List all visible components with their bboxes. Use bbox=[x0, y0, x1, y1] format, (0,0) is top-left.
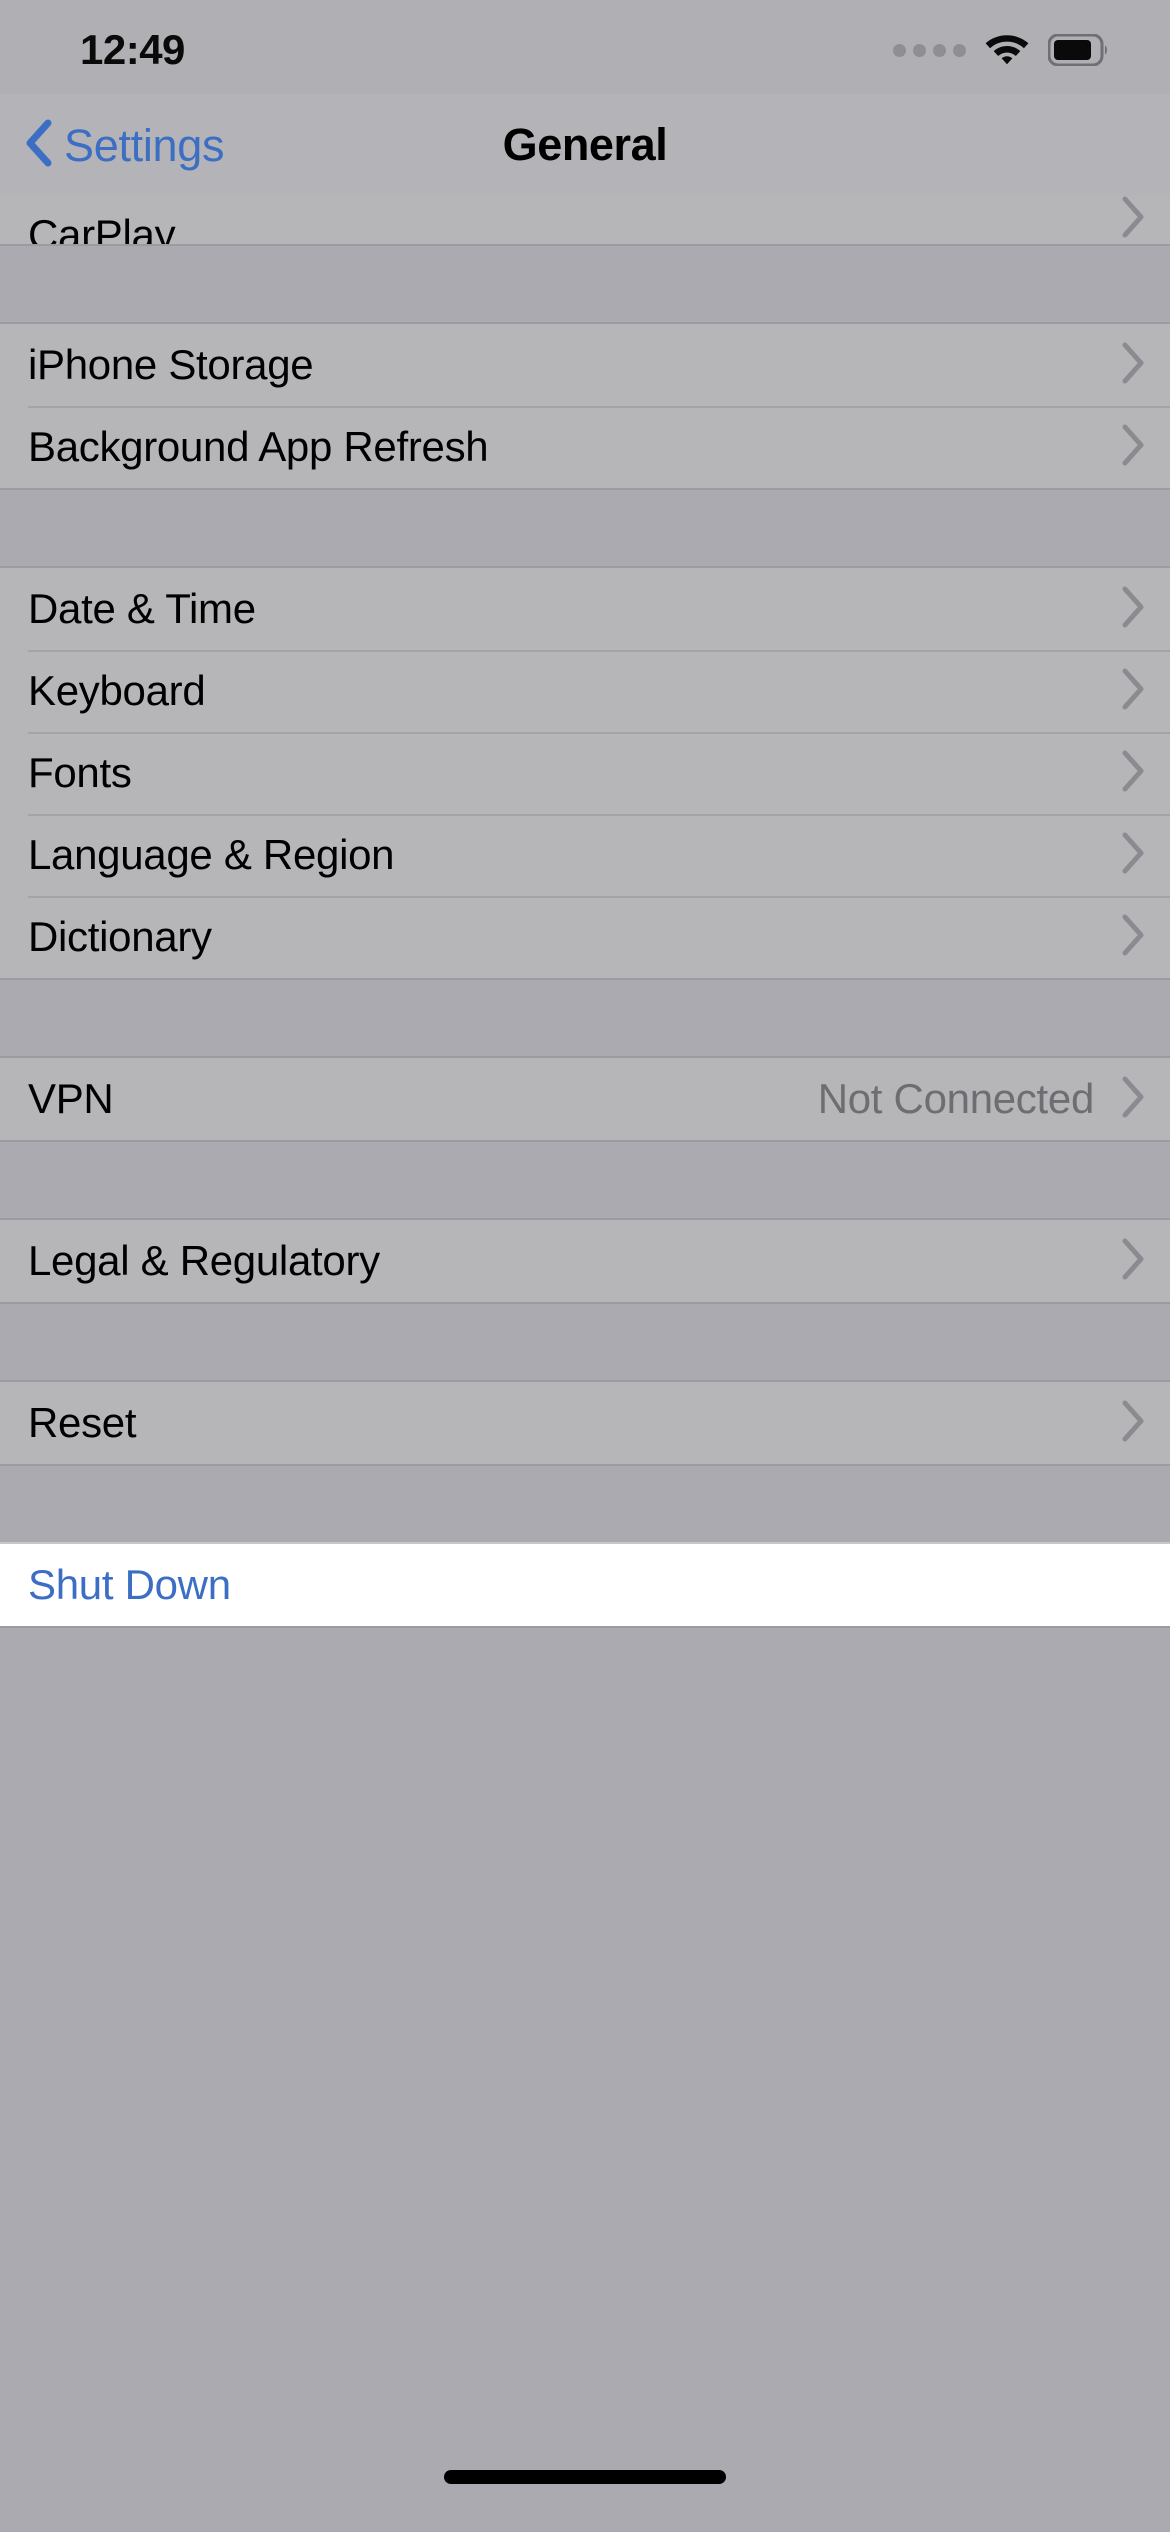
localization-group: Date & Time Keyboard Fonts Language & Regio… bbox=[0, 566, 1170, 980]
chevron-right-icon bbox=[1120, 196, 1146, 244]
row-label: iPhone Storage bbox=[28, 341, 314, 388]
row-label: Background App Refresh bbox=[28, 423, 489, 470]
navigation-bar: Settings General bbox=[0, 94, 1170, 196]
row-keyboard[interactable]: Keyboard bbox=[0, 650, 1170, 732]
chevron-right-icon bbox=[1120, 1237, 1146, 1286]
status-bar-clock: 12:49 bbox=[80, 26, 185, 73]
row-iphone-storage[interactable]: iPhone Storage bbox=[0, 324, 1170, 406]
chevron-right-icon bbox=[1120, 667, 1146, 716]
battery-icon bbox=[1048, 34, 1110, 66]
row-fonts[interactable]: Fonts bbox=[0, 732, 1170, 814]
chevron-right-icon bbox=[1120, 831, 1146, 880]
row-label: Date & Time bbox=[28, 585, 256, 632]
row-shut-down[interactable]: Shut Down bbox=[0, 1544, 1170, 1626]
settings-list[interactable]: CarPlay iPhone Storage Background App Refr… bbox=[0, 196, 1170, 2440]
chevron-right-icon bbox=[1120, 1399, 1146, 1448]
row-label: Reset bbox=[28, 1399, 137, 1446]
signal-dots-icon bbox=[893, 43, 966, 57]
section-gap bbox=[0, 980, 1170, 1056]
section-gap bbox=[0, 490, 1170, 566]
row-label: Keyboard bbox=[28, 667, 206, 714]
row-carplay[interactable]: CarPlay bbox=[0, 196, 1170, 244]
row-label: Language & Region bbox=[28, 831, 395, 878]
section-gap bbox=[0, 1304, 1170, 1380]
page-title: General bbox=[502, 119, 668, 170]
chevron-right-icon bbox=[1120, 585, 1146, 634]
iphone-settings-general-screen: 12:49 Settings General CarPlay iPhone St… bbox=[0, 0, 1170, 2532]
row-label: Shut Down bbox=[28, 1561, 231, 1608]
row-label: Fonts bbox=[28, 749, 132, 796]
chevron-right-icon bbox=[1120, 913, 1146, 962]
chevron-right-icon bbox=[1120, 341, 1146, 390]
storage-group: iPhone Storage Background App Refresh bbox=[0, 322, 1170, 490]
row-language-and-region[interactable]: Language & Region bbox=[0, 814, 1170, 896]
row-label: Dictionary bbox=[28, 913, 212, 960]
status-bar-indicators bbox=[893, 25, 1110, 70]
row-legal-and-regulatory[interactable]: Legal & Regulatory bbox=[0, 1220, 1170, 1302]
chevron-right-icon bbox=[1120, 1075, 1146, 1124]
row-value: Not Connected bbox=[817, 1075, 1095, 1122]
row-date-and-time[interactable]: Date & Time bbox=[0, 568, 1170, 650]
row-vpn[interactable]: VPN Not Connected bbox=[0, 1058, 1170, 1140]
chevron-right-icon bbox=[1120, 423, 1146, 472]
section-gap bbox=[0, 246, 1170, 322]
vpn-group: VPN Not Connected bbox=[0, 1056, 1170, 1142]
legal-group: Legal & Regulatory bbox=[0, 1218, 1170, 1304]
row-label: CarPlay bbox=[28, 211, 176, 245]
section-gap bbox=[0, 1142, 1170, 1218]
shutdown-group: Shut Down bbox=[0, 1542, 1170, 1628]
status-bar: 12:49 bbox=[0, 0, 1170, 94]
reset-group: Reset bbox=[0, 1380, 1170, 1466]
chevron-right-icon bbox=[1120, 749, 1146, 798]
row-dictionary[interactable]: Dictionary bbox=[0, 896, 1170, 978]
section-gap bbox=[0, 1466, 1170, 1542]
carplay-group: CarPlay bbox=[0, 196, 1170, 246]
home-indicator-area bbox=[0, 2440, 1170, 2532]
row-label: VPN bbox=[28, 1075, 114, 1122]
row-background-app-refresh[interactable]: Background App Refresh bbox=[0, 406, 1170, 488]
wifi-icon bbox=[984, 31, 1030, 70]
home-indicator-bar[interactable] bbox=[444, 2470, 726, 2484]
row-reset[interactable]: Reset bbox=[0, 1382, 1170, 1464]
row-label: Legal & Regulatory bbox=[28, 1237, 380, 1284]
